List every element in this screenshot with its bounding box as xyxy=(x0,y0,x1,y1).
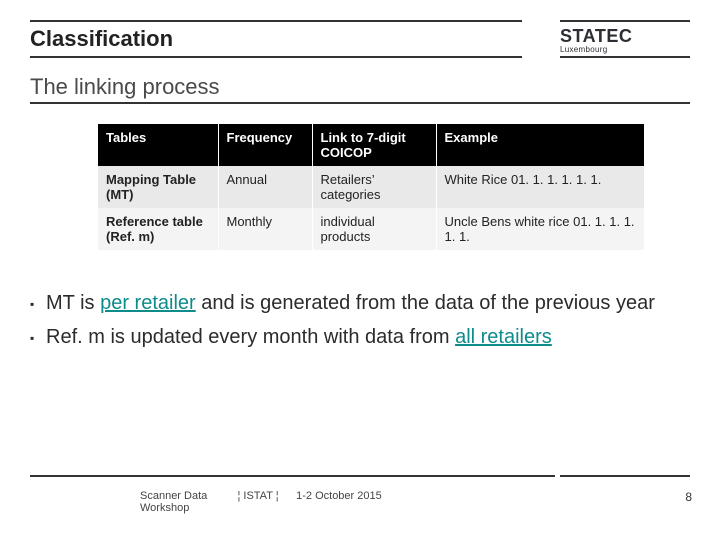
header-rule-top xyxy=(30,20,522,22)
linking-table: Tables Frequency Link to 7-digit COICOP … xyxy=(98,124,644,250)
bullet-square-icon: ▪ xyxy=(30,324,46,352)
bullet-item: ▪ Ref. m is updated every month with dat… xyxy=(30,324,690,352)
bullet-text: MT is per retailer and is generated from… xyxy=(46,290,655,316)
bullet-square-icon: ▪ xyxy=(30,290,46,318)
th-tables: Tables xyxy=(98,124,218,166)
section-title: Classification xyxy=(30,26,173,52)
footer: Scanner Data Workshop ¦ ISTAT ¦ 1-2 Octo… xyxy=(30,490,690,514)
bullet-text-pre: MT is xyxy=(46,292,100,314)
footer-right: 1-2 October 2015 xyxy=(296,490,456,502)
cell-frequency: Annual xyxy=(218,166,312,208)
table-header-row: Tables Frequency Link to 7-digit COICOP … xyxy=(98,124,644,166)
bullet-text-post: and is generated from the data of the pr… xyxy=(196,292,655,314)
cell-link: individual products xyxy=(312,208,436,250)
cell-tables: Mapping Table (MT) xyxy=(98,166,218,208)
bullet-text: Ref. m is updated every month with data … xyxy=(46,324,552,350)
footer-left: Scanner Data Workshop xyxy=(30,490,220,514)
bullet-list: ▪ MT is per retailer and is generated fr… xyxy=(30,290,690,358)
header-rule-bottom xyxy=(30,56,522,58)
slide: Classification STATEC Luxembourg The lin… xyxy=(0,0,720,540)
th-frequency: Frequency xyxy=(218,124,312,166)
logo-rule-top xyxy=(560,20,690,22)
slide-subtitle: The linking process xyxy=(30,74,220,100)
page-number: 8 xyxy=(685,490,692,504)
bullet-text-underline: per retailer xyxy=(100,292,196,314)
bullet-item: ▪ MT is per retailer and is generated fr… xyxy=(30,290,690,318)
cell-example: White Rice 01. 1. 1. 1. 1. 1. xyxy=(436,166,644,208)
footer-rule-left xyxy=(30,475,555,477)
th-link: Link to 7-digit COICOP xyxy=(312,124,436,166)
cell-frequency: Monthly xyxy=(218,208,312,250)
table-row: Reference table (Ref. m) Monthly individ… xyxy=(98,208,644,250)
bullet-text-underline: all retailers xyxy=(455,326,552,348)
th-example: Example xyxy=(436,124,644,166)
brand-logo: STATEC Luxembourg xyxy=(560,26,632,54)
bullet-text-pre: Ref. m is updated every month with data … xyxy=(46,326,455,348)
cell-tables: Reference table (Ref. m) xyxy=(98,208,218,250)
cell-link: Retailers’ categories xyxy=(312,166,436,208)
logo-rule-bottom xyxy=(560,56,690,58)
table-row: Mapping Table (MT) Annual Retailers’ cat… xyxy=(98,166,644,208)
footer-mid: ¦ ISTAT ¦ xyxy=(223,490,293,502)
footer-rule-right xyxy=(560,475,690,477)
cell-example: Uncle Bens white rice 01. 1. 1. 1. 1. 1. xyxy=(436,208,644,250)
brand-name: STATEC xyxy=(560,26,632,47)
subtitle-rule xyxy=(30,102,690,104)
